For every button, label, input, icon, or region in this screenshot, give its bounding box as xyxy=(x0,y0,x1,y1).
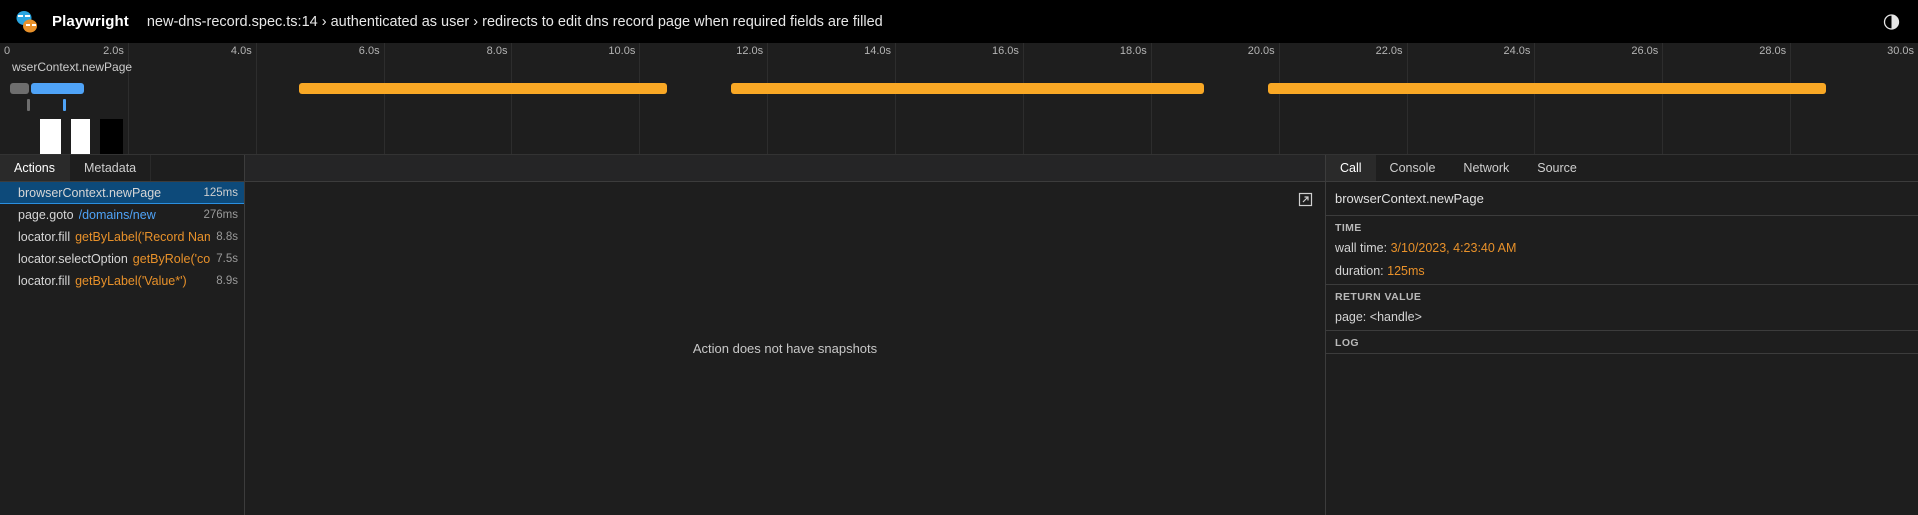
timeline-event-tick xyxy=(26,99,30,111)
timeline-tick-label: 14.0s xyxy=(864,45,892,57)
action-param: getByLabel('Record Name*') xyxy=(75,230,211,244)
call-title: browserContext.newPage xyxy=(1326,182,1918,216)
timeline-hover-label: wserContext.newPage xyxy=(12,60,133,74)
detail-row: page: <handle> xyxy=(1326,307,1918,330)
action-duration: 276ms xyxy=(203,209,238,221)
section-heading: LOG xyxy=(1335,337,1359,349)
detail-row: duration: 125ms xyxy=(1326,261,1918,284)
details-filler xyxy=(1326,354,1918,515)
main-body: Actions Metadata browserContext.newPage 12… xyxy=(0,155,1918,515)
filmstrip[interactable] xyxy=(0,119,1918,154)
timeline-event-tick xyxy=(63,99,67,111)
timeline-bar[interactable] xyxy=(9,83,29,94)
timeline-bar[interactable] xyxy=(1267,83,1826,94)
timeline-tick-label: 16.0s xyxy=(992,45,1019,57)
section-heading: TIME xyxy=(1335,222,1362,234)
timeline-bar[interactable] xyxy=(30,83,85,94)
detail-row: wall time: 3/10/2023, 4:23:40 AM xyxy=(1326,238,1918,261)
section-heading: RETURN VALUE xyxy=(1335,291,1422,303)
tab-network[interactable]: Network xyxy=(1449,155,1523,181)
external-link-icon[interactable] xyxy=(1298,192,1313,207)
action-param: /domains/new xyxy=(78,208,156,222)
action-name: locator.fill xyxy=(18,230,71,244)
brand-title: Playwright xyxy=(52,13,129,30)
action-duration: 125ms xyxy=(203,186,238,199)
snapshot-body: Action does not have snapshots xyxy=(245,182,1325,515)
timeline-bar[interactable] xyxy=(730,83,1205,94)
test-title-path: new-dns-record.spec.ts:14 › authenticate… xyxy=(146,13,883,30)
timeline-tick-label: 4.0s xyxy=(230,45,252,57)
timeline-tick-label: 28.0s xyxy=(1759,45,1787,57)
details-sections: TIME wall time: 3/10/2023, 4:23:40 AM dura… xyxy=(1326,216,1918,354)
playwright-trace-viewer: Playwright new-dns-record.spec.ts:14 › a… xyxy=(0,0,1918,515)
action-name: page.goto xyxy=(18,208,74,222)
timeline-tick-label: 8.0s xyxy=(486,45,508,57)
details-tabstrip: Call Console Network Source xyxy=(1326,155,1918,182)
action-row[interactable]: locator.fill getByLabel('Value*') 8.9s xyxy=(0,270,244,292)
action-row[interactable]: locator.selectOption getByRole('combob… 7.… xyxy=(0,248,244,270)
snapshot-pane: Action does not have snapshots xyxy=(245,155,1325,515)
action-duration: 8.8s xyxy=(216,231,238,243)
detail-value: <handle> xyxy=(1369,310,1422,324)
snapshot-empty-message: Action does not have snapshots xyxy=(692,341,878,356)
detail-key: duration: xyxy=(1335,264,1388,278)
timeline-tickmarks xyxy=(0,99,1918,113)
action-name: locator.selectOption xyxy=(18,252,128,266)
timeline-tick-label: 20.0s xyxy=(1247,45,1275,57)
tab-metadata[interactable]: Metadata xyxy=(70,155,152,181)
timeline-tick-label: 26.0s xyxy=(1631,45,1659,57)
action-row[interactable]: browserContext.newPage 125ms xyxy=(0,182,244,204)
action-name: browserContext.newPage xyxy=(18,185,162,200)
actions-tabstrip: Actions Metadata xyxy=(0,155,244,182)
action-duration: 7.5s xyxy=(216,253,238,265)
action-list[interactable]: browserContext.newPage 125ms page.goto/dom… xyxy=(0,182,244,515)
timeline-tick-label: 30.0s xyxy=(1887,45,1914,57)
timeline-tick-label: 6.0s xyxy=(358,45,380,57)
action-row[interactable]: page.goto/domains/new 276ms xyxy=(0,204,244,226)
action-duration: 8.9s xyxy=(216,275,238,287)
action-row[interactable]: locator.fill getByLabel('Record Name*') 8.… xyxy=(0,226,244,248)
timeline-bar[interactable] xyxy=(299,83,668,94)
detail-value: 125ms xyxy=(1387,264,1425,278)
tab-actions[interactable]: Actions xyxy=(0,155,70,181)
detail-key: wall time: xyxy=(1335,241,1391,255)
timeline-tick-label: 2.0s xyxy=(103,45,124,57)
playwright-mask-icon xyxy=(14,9,40,35)
detail-value: 3/10/2023, 4:23:40 AM xyxy=(1390,241,1517,255)
tab-console[interactable]: Console xyxy=(1376,155,1450,181)
details-pane: Call Console Network Source browserContext.… xyxy=(1325,155,1918,515)
filmstrip-frame[interactable] xyxy=(40,119,62,154)
timeline-tick-label: 22.0s xyxy=(1375,45,1403,57)
tab-source[interactable]: Source xyxy=(1523,155,1591,181)
filmstrip-frame[interactable] xyxy=(70,119,91,154)
timeline-tick-label: 0 xyxy=(4,45,11,57)
app-header: Playwright new-dns-record.spec.ts:14 › a… xyxy=(0,0,1918,43)
filmstrip-frame[interactable] xyxy=(99,119,123,154)
action-param: getByLabel('Value*') xyxy=(75,274,187,288)
timeline-tick-label: 18.0s xyxy=(1119,45,1147,57)
detail-key: page: xyxy=(1335,310,1370,324)
action-name: locator.fill xyxy=(18,274,71,288)
timeline-tick-label: 24.0s xyxy=(1503,45,1531,57)
timeline-tick-label: 12.0s xyxy=(736,45,764,57)
snapshot-toolbar xyxy=(245,155,1325,182)
actions-pane: Actions Metadata browserContext.newPage 12… xyxy=(0,155,245,515)
timeline[interactable]: 0 2.0s 4.0s 6.0s 8.0s 10.0s 12.0s 14.0s 16.0s 18.… xyxy=(0,43,1918,155)
timeline-tick-label: 10.0s xyxy=(608,45,636,57)
tab-call[interactable]: Call xyxy=(1326,155,1376,181)
action-param: getByRole('combob… xyxy=(132,252,211,266)
contrast-toggle-icon[interactable] xyxy=(1883,13,1900,30)
